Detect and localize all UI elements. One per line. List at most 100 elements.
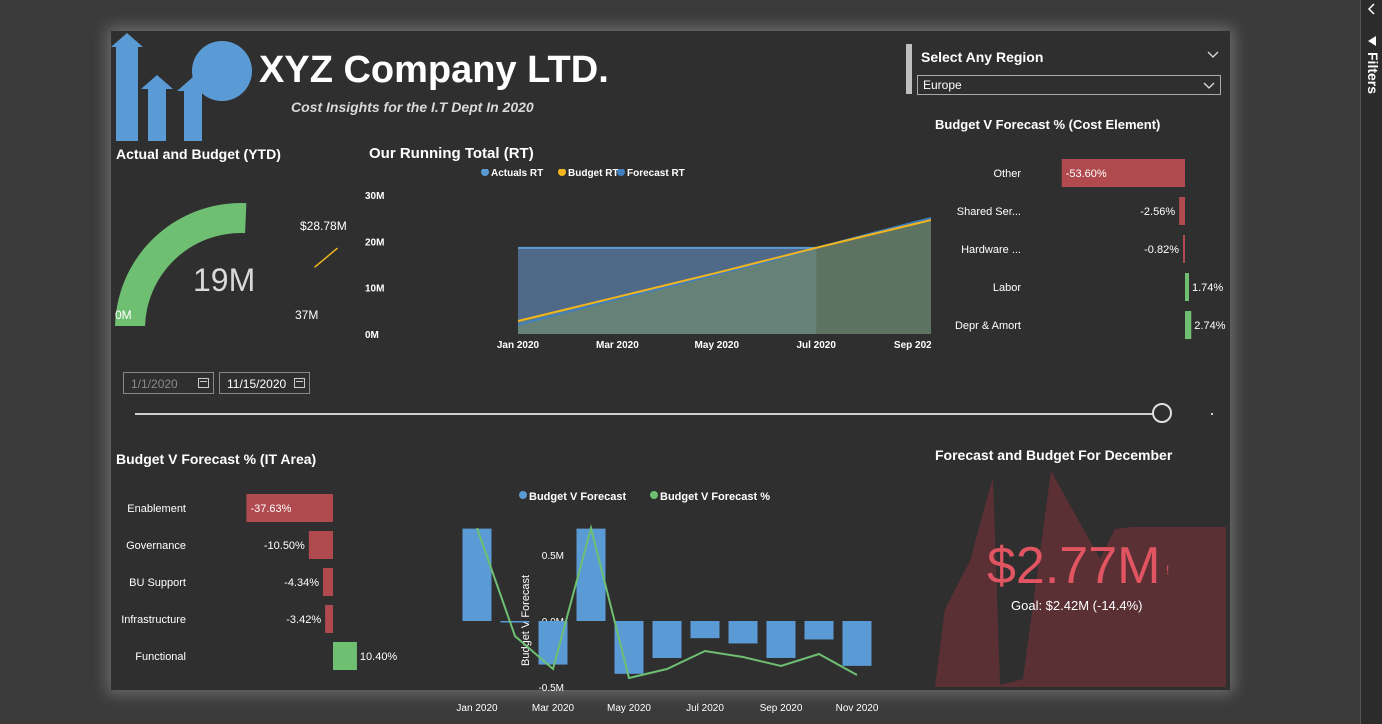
bar <box>325 605 333 633</box>
running-total-chart: Actuals RT Budget RT Forecast RT 0M 10M 20M 30… <box>365 169 931 351</box>
filters-pane[interactable]: Filters <box>1360 0 1382 724</box>
region-dropdown-value: Europe <box>923 78 962 92</box>
x-tick-label: Nov 2020 <box>836 703 879 714</box>
date-slider-track[interactable] <box>135 413 1163 415</box>
legend-dot <box>481 169 489 176</box>
category-label: Governance <box>126 540 186 552</box>
end-date-input[interactable]: 11/15/2020 <box>219 372 310 394</box>
category-label: Other <box>993 168 1021 180</box>
company-title: XYZ Company LTD. <box>259 49 609 91</box>
calendar-icon[interactable] <box>198 378 209 388</box>
kpi-indicator: ! <box>1166 563 1170 577</box>
bar <box>804 621 834 640</box>
legend-label: Budget RT <box>568 169 619 179</box>
report-subtitle: Cost Insights for the I.T Dept In 2020 <box>291 99 534 115</box>
date-slider-handle[interactable] <box>1152 403 1172 423</box>
logo-icon <box>111 33 252 141</box>
category-label: Enablement <box>127 503 186 515</box>
y-tick-label: 30M <box>365 191 384 202</box>
bar <box>462 528 492 621</box>
collapse-pane-icon[interactable] <box>1365 2 1379 16</box>
bar <box>614 621 644 674</box>
y-tick-label: 10M <box>365 284 384 295</box>
bar <box>1179 197 1185 225</box>
data-label: 1.74% <box>1192 282 1223 294</box>
legend-label: Actuals RT <box>491 169 543 179</box>
data-label: -0.82% <box>1144 244 1179 256</box>
x-tick-label: Jan 2020 <box>456 703 498 714</box>
bar <box>1183 235 1185 263</box>
chevron-down-icon <box>1203 82 1215 89</box>
bar <box>323 568 333 596</box>
category-label: Hardware ... <box>961 244 1021 256</box>
legend-dot <box>558 169 566 176</box>
category-label: Functional <box>135 651 186 663</box>
gauge-min: 0M <box>115 308 132 322</box>
kpi-goal: Goal: $2.42M (-14.4%) <box>1011 598 1143 613</box>
x-tick-label: Mar 2020 <box>596 340 639 351</box>
start-date-value: 1/1/2020 <box>131 377 178 391</box>
gauge-target-label: $28.78M <box>300 219 347 233</box>
x-tick-label: Jan 2020 <box>497 340 540 351</box>
gauge-chart <box>115 203 339 326</box>
cost-element-chart: Other -53.60% Shared Ser... -2.56% Hardware … <box>955 159 1226 339</box>
data-label: -4.34% <box>284 577 319 589</box>
x-tick-label: Jul 2020 <box>796 340 836 351</box>
data-label: -53.60% <box>1066 168 1107 180</box>
start-date-input[interactable]: 1/1/2020 <box>123 372 214 394</box>
x-tick-label: Sep 2020 <box>760 703 803 714</box>
data-label: 2.74% <box>1194 320 1225 332</box>
data-label: -37.63% <box>250 503 291 515</box>
bar <box>308 531 333 559</box>
data-label: 10.40% <box>360 651 398 663</box>
bar <box>690 621 720 639</box>
y-tick-label: 20M <box>365 237 384 248</box>
gauge-value: 19M <box>193 262 256 298</box>
report-canvas: XYZ Company LTD. Cost Insights for the I… <box>111 31 1230 714</box>
category-label: Labor <box>993 282 1021 294</box>
bar <box>766 621 796 658</box>
it-area-title: Budget V Forecast % (IT Area) <box>116 451 317 467</box>
end-date-value: 11/15/2020 <box>227 377 287 391</box>
bar <box>842 621 872 666</box>
slicer-collapse-chevron-icon[interactable] <box>1207 51 1219 59</box>
funnel-icon <box>1368 36 1376 46</box>
bar <box>1185 273 1190 301</box>
legend-label: Forecast RT <box>627 169 685 179</box>
bar <box>500 621 530 623</box>
bar <box>1185 311 1192 339</box>
legend-dot <box>519 491 527 499</box>
date-slider-end <box>1211 413 1213 415</box>
data-label: -2.56% <box>1140 206 1175 218</box>
rt-chart-title: Our Running Total (RT) <box>369 145 534 162</box>
gauge-target-line <box>314 247 339 268</box>
region-dropdown[interactable]: Europe <box>917 75 1221 95</box>
kpi-title: Forecast and Budget For December <box>935 447 1173 463</box>
legend-label: Budget V Forecast <box>529 491 627 503</box>
y-tick-label: 0M <box>365 330 379 341</box>
filters-label[interactable]: Filters <box>1365 36 1381 94</box>
region-slicer-label: Select Any Region <box>921 49 1044 65</box>
gauge-max: 37M <box>295 308 319 322</box>
calendar-icon[interactable] <box>294 378 305 388</box>
bar <box>576 528 606 621</box>
bar <box>652 621 682 658</box>
it-area-chart: Enablement -37.63% Governance -10.50% BU Sup… <box>121 494 398 670</box>
bar <box>728 621 758 644</box>
category-label: Infrastructure <box>121 614 186 626</box>
data-label: -10.50% <box>264 540 305 552</box>
category-label: Depr & Amort <box>955 320 1021 332</box>
x-tick-label: Jul 2020 <box>686 703 724 714</box>
x-tick-label: Mar 2020 <box>532 703 575 714</box>
cost-element-title: Budget V Forecast % (Cost Element) <box>935 117 1161 132</box>
y-tick-label: -0.5M <box>538 683 564 694</box>
x-tick-label: May 2020 <box>695 340 740 351</box>
data-label: -3.42% <box>286 614 321 626</box>
budget-forecast-combo-chart: Budget V Forecast Budget V Forecast % Budg… <box>456 491 879 714</box>
category-label: Shared Ser... <box>957 206 1021 218</box>
bar <box>333 642 357 670</box>
x-tick-label: May 2020 <box>607 703 651 714</box>
legend-dot <box>650 491 658 499</box>
kpi-value: $2.77M <box>987 537 1161 595</box>
y-axis-title: Budget V Forecast <box>520 575 532 666</box>
